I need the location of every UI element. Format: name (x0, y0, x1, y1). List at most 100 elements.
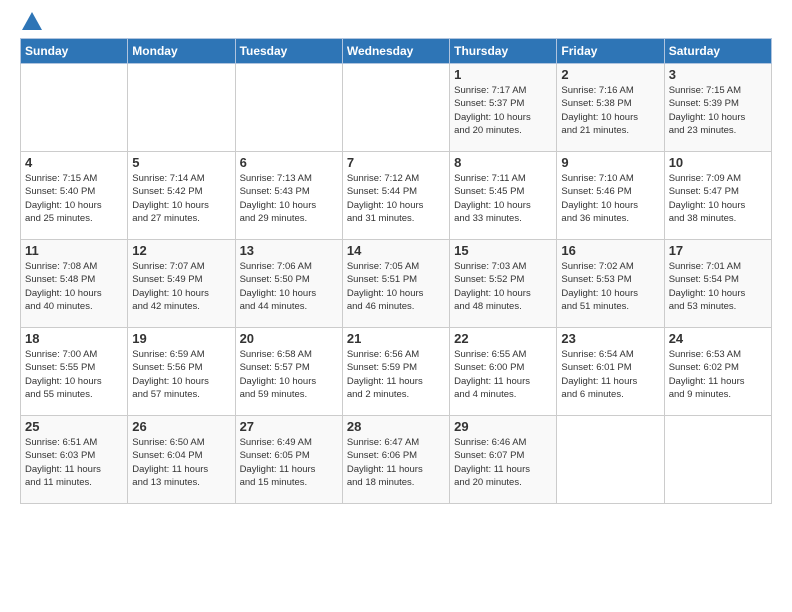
day-number: 25 (25, 419, 123, 434)
day-info: Sunrise: 6:59 AM Sunset: 5:56 PM Dayligh… (132, 348, 230, 401)
day-number: 23 (561, 331, 659, 346)
day-number: 7 (347, 155, 445, 170)
day-info: Sunrise: 7:11 AM Sunset: 5:45 PM Dayligh… (454, 172, 552, 225)
day-number: 1 (454, 67, 552, 82)
day-info: Sunrise: 6:56 AM Sunset: 5:59 PM Dayligh… (347, 348, 445, 401)
day-info: Sunrise: 6:51 AM Sunset: 6:03 PM Dayligh… (25, 436, 123, 489)
day-info: Sunrise: 7:03 AM Sunset: 5:52 PM Dayligh… (454, 260, 552, 313)
calendar-cell: 20 Sunrise: 6:58 AM Sunset: 5:57 PM Dayli… (235, 328, 342, 416)
day-info: Sunrise: 7:17 AM Sunset: 5:37 PM Dayligh… (454, 84, 552, 137)
day-info: Sunrise: 6:58 AM Sunset: 5:57 PM Dayligh… (240, 348, 338, 401)
calendar-header-monday: Monday (128, 39, 235, 64)
day-info: Sunrise: 7:00 AM Sunset: 5:55 PM Dayligh… (25, 348, 123, 401)
day-info: Sunrise: 7:14 AM Sunset: 5:42 PM Dayligh… (132, 172, 230, 225)
day-info: Sunrise: 6:53 AM Sunset: 6:02 PM Dayligh… (669, 348, 767, 401)
calendar-cell (235, 64, 342, 152)
calendar-header-wednesday: Wednesday (342, 39, 449, 64)
day-info: Sunrise: 7:07 AM Sunset: 5:49 PM Dayligh… (132, 260, 230, 313)
day-number: 24 (669, 331, 767, 346)
calendar-cell: 5 Sunrise: 7:14 AM Sunset: 5:42 PM Daylig… (128, 152, 235, 240)
header (20, 16, 772, 30)
calendar-cell: 19 Sunrise: 6:59 AM Sunset: 5:56 PM Dayli… (128, 328, 235, 416)
calendar-header-friday: Friday (557, 39, 664, 64)
calendar-cell: 18Sunrise: 7:00 AM Sunset: 5:55 PM Dayli… (21, 328, 128, 416)
day-info: Sunrise: 7:01 AM Sunset: 5:54 PM Dayligh… (669, 260, 767, 313)
day-number: 10 (669, 155, 767, 170)
day-number: 20 (240, 331, 338, 346)
calendar-week-3: 18Sunrise: 7:00 AM Sunset: 5:55 PM Dayli… (21, 328, 772, 416)
calendar-cell: 24 Sunrise: 6:53 AM Sunset: 6:02 PM Dayli… (664, 328, 771, 416)
calendar-cell: 10 Sunrise: 7:09 AM Sunset: 5:47 PM Dayli… (664, 152, 771, 240)
day-info: Sunrise: 6:50 AM Sunset: 6:04 PM Dayligh… (132, 436, 230, 489)
day-info: Sunrise: 6:55 AM Sunset: 6:00 PM Dayligh… (454, 348, 552, 401)
calendar-header-sunday: Sunday (21, 39, 128, 64)
calendar-header-row: SundayMondayTuesdayWednesdayThursdayFrid… (21, 39, 772, 64)
calendar-cell: 1 Sunrise: 7:17 AM Sunset: 5:37 PM Daylig… (450, 64, 557, 152)
calendar-cell: 7 Sunrise: 7:12 AM Sunset: 5:44 PM Daylig… (342, 152, 449, 240)
calendar-cell (21, 64, 128, 152)
calendar-cell: 3 Sunrise: 7:15 AM Sunset: 5:39 PM Daylig… (664, 64, 771, 152)
day-info: Sunrise: 7:13 AM Sunset: 5:43 PM Dayligh… (240, 172, 338, 225)
calendar-cell: 9 Sunrise: 7:10 AM Sunset: 5:46 PM Daylig… (557, 152, 664, 240)
calendar-cell: 22 Sunrise: 6:55 AM Sunset: 6:00 PM Dayli… (450, 328, 557, 416)
logo-text (20, 16, 42, 30)
calendar-cell: 29 Sunrise: 6:46 AM Sunset: 6:07 PM Dayli… (450, 416, 557, 504)
day-number: 8 (454, 155, 552, 170)
day-number: 6 (240, 155, 338, 170)
calendar-cell: 14Sunrise: 7:05 AM Sunset: 5:51 PM Dayli… (342, 240, 449, 328)
calendar-header-tuesday: Tuesday (235, 39, 342, 64)
calendar-cell: 28 Sunrise: 6:47 AM Sunset: 6:06 PM Dayli… (342, 416, 449, 504)
calendar-week-4: 25 Sunrise: 6:51 AM Sunset: 6:03 PM Dayli… (21, 416, 772, 504)
calendar-cell: 12Sunrise: 7:07 AM Sunset: 5:49 PM Dayli… (128, 240, 235, 328)
calendar-cell (664, 416, 771, 504)
page: SundayMondayTuesdayWednesdayThursdayFrid… (0, 0, 792, 612)
calendar-cell: 26Sunrise: 6:50 AM Sunset: 6:04 PM Dayli… (128, 416, 235, 504)
logo (20, 16, 42, 30)
day-number: 11 (25, 243, 123, 258)
day-info: Sunrise: 7:10 AM Sunset: 5:46 PM Dayligh… (561, 172, 659, 225)
day-number: 3 (669, 67, 767, 82)
calendar-cell: 27 Sunrise: 6:49 AM Sunset: 6:05 PM Dayli… (235, 416, 342, 504)
calendar-cell: 11 Sunrise: 7:08 AM Sunset: 5:48 PM Dayli… (21, 240, 128, 328)
calendar-cell (128, 64, 235, 152)
calendar-cell: 13Sunrise: 7:06 AM Sunset: 5:50 PM Dayli… (235, 240, 342, 328)
calendar-week-1: 4 Sunrise: 7:15 AM Sunset: 5:40 PM Daylig… (21, 152, 772, 240)
day-info: Sunrise: 6:49 AM Sunset: 6:05 PM Dayligh… (240, 436, 338, 489)
day-number: 29 (454, 419, 552, 434)
day-info: Sunrise: 7:12 AM Sunset: 5:44 PM Dayligh… (347, 172, 445, 225)
day-number: 28 (347, 419, 445, 434)
calendar-cell: 2Sunrise: 7:16 AM Sunset: 5:38 PM Daylig… (557, 64, 664, 152)
calendar-cell (342, 64, 449, 152)
calendar-week-0: 1 Sunrise: 7:17 AM Sunset: 5:37 PM Daylig… (21, 64, 772, 152)
calendar-cell: 15Sunrise: 7:03 AM Sunset: 5:52 PM Dayli… (450, 240, 557, 328)
day-info: Sunrise: 6:46 AM Sunset: 6:07 PM Dayligh… (454, 436, 552, 489)
day-info: Sunrise: 7:09 AM Sunset: 5:47 PM Dayligh… (669, 172, 767, 225)
day-number: 9 (561, 155, 659, 170)
day-info: Sunrise: 7:05 AM Sunset: 5:51 PM Dayligh… (347, 260, 445, 313)
calendar-cell: 23 Sunrise: 6:54 AM Sunset: 6:01 PM Dayli… (557, 328, 664, 416)
day-number: 19 (132, 331, 230, 346)
calendar-cell: 17 Sunrise: 7:01 AM Sunset: 5:54 PM Dayli… (664, 240, 771, 328)
day-info: Sunrise: 7:15 AM Sunset: 5:39 PM Dayligh… (669, 84, 767, 137)
logo-triangle-icon (22, 12, 42, 30)
calendar-cell (557, 416, 664, 504)
calendar-cell: 4 Sunrise: 7:15 AM Sunset: 5:40 PM Daylig… (21, 152, 128, 240)
calendar-cell: 21Sunrise: 6:56 AM Sunset: 5:59 PM Dayli… (342, 328, 449, 416)
day-number: 5 (132, 155, 230, 170)
day-info: Sunrise: 7:02 AM Sunset: 5:53 PM Dayligh… (561, 260, 659, 313)
day-info: Sunrise: 6:47 AM Sunset: 6:06 PM Dayligh… (347, 436, 445, 489)
day-info: Sunrise: 7:15 AM Sunset: 5:40 PM Dayligh… (25, 172, 123, 225)
day-number: 13 (240, 243, 338, 258)
day-number: 2 (561, 67, 659, 82)
calendar-cell: 8 Sunrise: 7:11 AM Sunset: 5:45 PM Daylig… (450, 152, 557, 240)
day-info: Sunrise: 6:54 AM Sunset: 6:01 PM Dayligh… (561, 348, 659, 401)
day-number: 17 (669, 243, 767, 258)
day-number: 4 (25, 155, 123, 170)
day-number: 16 (561, 243, 659, 258)
calendar-cell: 25 Sunrise: 6:51 AM Sunset: 6:03 PM Dayli… (21, 416, 128, 504)
day-number: 22 (454, 331, 552, 346)
day-info: Sunrise: 7:08 AM Sunset: 5:48 PM Dayligh… (25, 260, 123, 313)
day-number: 27 (240, 419, 338, 434)
calendar-header-thursday: Thursday (450, 39, 557, 64)
calendar-cell: 6 Sunrise: 7:13 AM Sunset: 5:43 PM Daylig… (235, 152, 342, 240)
